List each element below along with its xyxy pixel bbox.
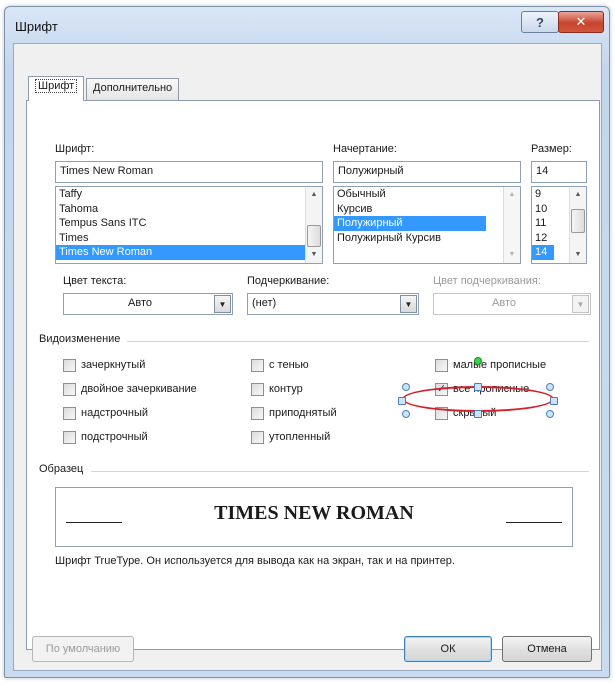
resize-handle[interactable]	[474, 410, 482, 418]
scroll-up-icon[interactable]: ▲	[570, 187, 586, 203]
list-item[interactable]: 10	[532, 202, 554, 217]
tab-font[interactable]: Шрифт	[28, 76, 85, 101]
close-icon: ✕	[575, 14, 587, 29]
font-listbox[interactable]: Taffy Tahoma Tempus Sans ITC Times Times…	[55, 186, 323, 264]
preview-divider	[91, 471, 589, 472]
font-name-input[interactable]: Times New Roman	[55, 161, 323, 183]
resize-handle[interactable]	[546, 410, 554, 418]
style-listbox[interactable]: Обычный Курсив Полужирный Полужирный Кур…	[333, 186, 521, 264]
style-input[interactable]: Полужирный	[333, 161, 521, 183]
strikethrough-checkbox[interactable]: зачеркнутый	[63, 357, 145, 373]
resize-handle[interactable]	[474, 383, 482, 391]
font-label: Шрифт:	[55, 143, 95, 155]
list-item[interactable]: Tempus Sans ITC	[56, 216, 322, 231]
dialog-client-area: Шрифт Дополнительно Шрифт: Times New Rom…	[13, 43, 602, 671]
preview-rule-right	[506, 522, 562, 523]
scroll-up-icon[interactable]: ▲	[504, 187, 520, 203]
size-scrollbar[interactable]: ▲ ▼	[569, 187, 586, 263]
scroll-thumb[interactable]	[571, 209, 585, 233]
help-button[interactable]: ?	[521, 11, 559, 33]
resize-handle[interactable]	[398, 397, 406, 405]
scroll-thumb[interactable]	[307, 225, 321, 247]
close-button[interactable]: ✕	[558, 11, 604, 33]
chevron-down-icon[interactable]: ▼	[572, 295, 589, 313]
preview-note: Шрифт TrueType. Он используется для выво…	[55, 555, 455, 567]
list-item[interactable]: Times	[56, 231, 322, 246]
ok-button[interactable]: ОК	[404, 636, 492, 662]
scroll-down-icon[interactable]: ▼	[570, 247, 586, 263]
resize-handle[interactable]	[402, 410, 410, 418]
set-default-button[interactable]: По умолчанию	[32, 636, 134, 662]
text-color-select[interactable]: Авто ▼	[63, 293, 233, 315]
style-label: Начертание:	[333, 143, 397, 155]
preview-group-label: Образец	[39, 463, 84, 475]
list-item[interactable]: Курсив	[334, 202, 486, 217]
underline-color-label: Цвет подчеркивания:	[433, 275, 541, 287]
effects-group-label: Видоизменение	[39, 333, 121, 345]
title-bar[interactable]: Шрифт ? ✕	[5, 7, 609, 45]
text-color-label: Цвет текста:	[63, 275, 127, 287]
list-item[interactable]: 9	[532, 187, 554, 202]
list-item-selected[interactable]: Times New Roman	[56, 245, 322, 260]
size-label: Размер:	[531, 143, 572, 155]
style-scrollbar[interactable]: ▲ ▼	[503, 187, 520, 263]
underline-label: Подчеркивание:	[247, 275, 330, 287]
resize-handle[interactable]	[402, 383, 410, 391]
list-item[interactable]: 11	[532, 216, 554, 231]
preview-box: TIMES NEW ROMAN	[55, 487, 573, 547]
resize-handle[interactable]	[546, 383, 554, 391]
shadow-checkbox[interactable]: с тенью	[251, 357, 309, 373]
underline-color-select[interactable]: Авто ▼	[433, 293, 591, 315]
list-item[interactable]: Полужирный Курсив	[334, 231, 486, 246]
resize-handle[interactable]	[550, 397, 558, 405]
list-item-selected[interactable]: Полужирный	[334, 216, 486, 231]
list-item[interactable]: Обычный	[334, 187, 486, 202]
list-item[interactable]: Tahoma	[56, 202, 322, 217]
list-item[interactable]: Taffy	[56, 187, 322, 202]
outline-checkbox[interactable]: контур	[251, 381, 303, 397]
chevron-down-icon[interactable]: ▼	[214, 295, 231, 313]
scroll-up-icon[interactable]: ▲	[306, 187, 322, 203]
font-dialog: Шрифт ? ✕ Шрифт Дополнительно Шрифт: Tim…	[4, 6, 610, 678]
effects-divider	[127, 341, 589, 342]
scroll-down-icon[interactable]: ▼	[504, 247, 520, 263]
double-strikethrough-checkbox[interactable]: двойное зачеркивание	[63, 381, 197, 397]
cancel-button[interactable]: Отмена	[502, 636, 592, 662]
size-input[interactable]: 14	[531, 161, 587, 183]
emboss-checkbox[interactable]: приподнятый	[251, 405, 337, 421]
rotate-handle[interactable]	[474, 357, 482, 365]
small-caps-checkbox[interactable]: малые прописные	[435, 357, 546, 373]
font-scrollbar[interactable]: ▲ ▼	[305, 187, 322, 263]
window-title: Шрифт	[15, 19, 58, 34]
list-item[interactable]: 12	[532, 231, 554, 246]
superscript-checkbox[interactable]: надстрочный	[63, 405, 148, 421]
scroll-down-icon[interactable]: ▼	[306, 247, 322, 263]
engrave-checkbox[interactable]: утопленный	[251, 429, 330, 445]
font-tab-panel: Шрифт: Times New Roman Taffy Tahoma Temp…	[26, 100, 600, 650]
subscript-checkbox[interactable]: подстрочный	[63, 429, 148, 445]
tab-advanced[interactable]: Дополнительно	[86, 78, 180, 100]
chevron-down-icon[interactable]: ▼	[400, 295, 417, 313]
size-listbox[interactable]: 9 10 11 12 14 ▲ ▼	[531, 186, 587, 264]
underline-select[interactable]: (нет) ▼	[247, 293, 419, 315]
preview-text: TIMES NEW ROMAN	[214, 502, 414, 524]
list-item-selected[interactable]: 14	[532, 245, 554, 260]
